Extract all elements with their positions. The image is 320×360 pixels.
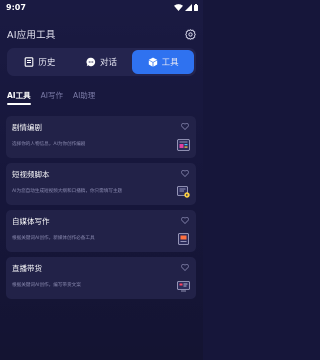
mode-tab-bar: 历史 对话 工具 [7,48,196,76]
cube-icon [148,57,158,67]
tool-card-media-writing[interactable]: 自媒体写作 根据关键词AI创作，新媒体创作必备工具 [6,210,196,252]
gear-icon[interactable] [185,28,196,40]
tab-chat[interactable]: 对话 [71,50,133,74]
history-doc-icon [24,57,34,67]
status-bar: 9:07 [0,0,203,14]
subtab-ai-tools[interactable]: AI工具 [7,90,31,101]
battery-icon [194,3,198,11]
status-time: 9:07 [6,2,26,12]
status-icons [174,3,198,11]
subtab-ai-assistant[interactable]: AI助理 [73,90,95,101]
tool-card-live-sales[interactable]: 直播带货 根据关键词AI创作，编写带货文案 [6,257,196,299]
heart-icon[interactable] [181,170,189,177]
active-subtab-indicator [7,103,31,105]
tab-history-label: 历史 [38,58,56,68]
tab-history[interactable]: 历史 [9,50,71,74]
video-script-icon [177,186,190,198]
tab-chat-label: 对话 [100,58,118,68]
sub-tab-bar: AI工具 AI写作 AI助理 [7,88,95,102]
live-sales-icon [177,280,190,292]
tool-card-desc: 选择你的人物信息，AI为你创作编剧 [12,142,86,147]
tool-card-title: 自媒体写作 [12,217,50,226]
wifi-icon [174,3,183,11]
heart-icon[interactable] [181,123,189,130]
heart-icon[interactable] [181,264,189,271]
tool-card-script[interactable]: 剧情编剧 选择你的人物信息，AI为你创作编剧 [6,116,196,158]
chat-bubble-icon [86,57,96,67]
tool-card-title: 剧情编剧 [12,123,42,132]
subtab-ai-writing[interactable]: AI写作 [41,90,63,101]
header: AI应用工具 [7,27,196,41]
heart-icon[interactable] [181,217,189,224]
tool-card-title: 短视频脚本 [12,170,50,179]
cellular-signal-icon [185,3,192,11]
tool-card-desc: 根据关键词AI创作，编写带货文案 [12,283,81,288]
tool-card-video-script[interactable]: 短视频脚本 AI为您自动生成短视频大纲和口播稿，你只需填写主题 [6,163,196,205]
page-title: AI应用工具 [7,30,56,41]
tool-card-title: 直播带货 [12,264,42,273]
tool-card-desc: 根据关键词AI创作，新媒体创作必备工具 [12,236,95,241]
media-writing-icon [177,233,190,245]
screen: 9:07 AI应用工具 历史 对话 工具 AI工具 AI写作 AI助理 剧情编剧… [0,0,203,360]
tool-card-desc: AI为您自动生成短视频大纲和口播稿，你只需填写主题 [12,189,123,194]
tab-tools-label: 工具 [161,58,179,68]
script-icon [177,139,190,151]
tab-tools[interactable]: 工具 [132,50,195,74]
